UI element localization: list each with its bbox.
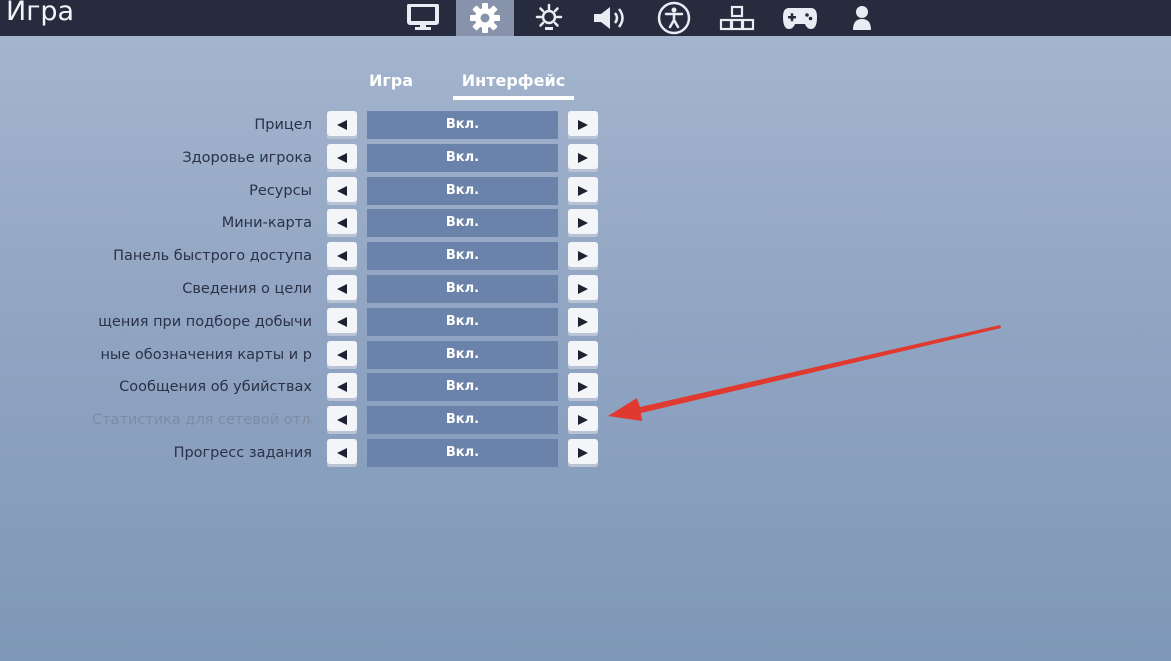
setting-value: Вкл. xyxy=(367,177,558,205)
arrow-right-icon xyxy=(577,116,589,135)
input-keys-icon xyxy=(719,5,755,31)
arrow-left-icon xyxy=(336,411,348,430)
previous-value-button[interactable] xyxy=(327,177,357,205)
previous-value-button[interactable] xyxy=(327,308,357,336)
arrow-left-icon xyxy=(336,378,348,397)
previous-value-button[interactable] xyxy=(327,373,357,401)
next-value-button[interactable] xyxy=(568,111,598,139)
next-value-button[interactable] xyxy=(568,341,598,369)
next-value-button[interactable] xyxy=(568,144,598,172)
setting-row-player-health: Здоровье игрока Вкл. xyxy=(0,144,620,172)
next-value-button[interactable] xyxy=(568,242,598,270)
previous-value-button[interactable] xyxy=(327,242,357,270)
previous-value-button[interactable] xyxy=(327,406,357,434)
next-value-button[interactable] xyxy=(568,439,598,467)
setting-label: Здоровье игрока xyxy=(182,150,312,166)
next-value-button[interactable] xyxy=(568,373,598,401)
gamepad-icon xyxy=(781,5,819,31)
nav-tab-brightness[interactable] xyxy=(524,0,574,36)
arrow-left-icon xyxy=(336,149,348,168)
arrow-right-icon xyxy=(577,214,589,233)
subtab-game[interactable]: Игра xyxy=(355,70,427,100)
subtab-interface[interactable]: Интерфейс xyxy=(453,70,574,100)
arrow-left-icon xyxy=(336,247,348,266)
setting-label: Сведения о цели xyxy=(182,281,312,297)
arrow-right-icon xyxy=(577,247,589,266)
accessibility-icon xyxy=(657,1,691,35)
setting-label: Статистика для сетевой отла xyxy=(92,412,312,428)
previous-value-button[interactable] xyxy=(327,111,357,139)
setting-row-map-markers: ные обозначения карты и р Вкл. xyxy=(0,341,620,369)
previous-value-button[interactable] xyxy=(327,275,357,303)
gear-icon xyxy=(469,2,501,34)
setting-row-quest-progress: Прогресс задания Вкл. xyxy=(0,439,620,467)
previous-value-button[interactable] xyxy=(327,209,357,237)
setting-value: Вкл. xyxy=(367,275,558,303)
setting-label: Сообщения об убийствах xyxy=(119,379,312,395)
setting-row-kill-feed: Сообщения об убийствах Вкл. xyxy=(0,373,620,401)
setting-label: щения при подборе добычи xyxy=(98,314,312,330)
previous-value-button[interactable] xyxy=(327,341,357,369)
top-bar: Игра xyxy=(0,0,1171,36)
previous-value-button[interactable] xyxy=(327,439,357,467)
speaker-icon xyxy=(592,5,630,31)
setting-label: Панель быстрого доступа xyxy=(113,248,312,264)
setting-row-resources: Ресурсы Вкл. xyxy=(0,177,620,205)
arrow-right-icon xyxy=(577,280,589,299)
arrow-right-icon xyxy=(577,444,589,463)
nav-tab-audio[interactable] xyxy=(586,0,636,36)
setting-row-pickup-messages: щения при подборе добычи Вкл. xyxy=(0,308,620,336)
setting-label: ные обозначения карты и р xyxy=(100,347,312,363)
nav-tab-input[interactable] xyxy=(712,0,762,36)
arrow-left-icon xyxy=(336,280,348,299)
setting-value: Вкл. xyxy=(367,439,558,467)
setting-value: Вкл. xyxy=(367,242,558,270)
setting-value: Вкл. xyxy=(367,308,558,336)
next-value-button[interactable] xyxy=(568,308,598,336)
arrow-left-icon xyxy=(336,116,348,135)
arrow-right-icon xyxy=(577,346,589,365)
setting-value: Вкл. xyxy=(367,209,558,237)
setting-label: Прицел xyxy=(254,117,312,133)
setting-value: Вкл. xyxy=(367,406,558,434)
nav-tab-account[interactable] xyxy=(837,0,887,36)
nav-tab-controller[interactable] xyxy=(775,0,825,36)
setting-label: Ресурсы xyxy=(249,183,312,199)
setting-row-target-info: Сведения о цели Вкл. xyxy=(0,275,620,303)
setting-value: Вкл. xyxy=(367,144,558,172)
setting-row-net-debug-stats: Статистика для сетевой отла Вкл. xyxy=(0,406,620,434)
arrow-right-icon xyxy=(577,182,589,201)
next-value-button[interactable] xyxy=(568,275,598,303)
page-title: Игра xyxy=(6,0,75,27)
arrow-left-icon xyxy=(336,313,348,332)
setting-row-crosshair: Прицел Вкл. xyxy=(0,111,620,139)
setting-value: Вкл. xyxy=(367,341,558,369)
next-value-button[interactable] xyxy=(568,406,598,434)
arrow-right-icon xyxy=(577,378,589,397)
arrow-left-icon xyxy=(336,182,348,201)
next-value-button[interactable] xyxy=(568,209,598,237)
setting-row-quickbar: Панель быстрого доступа Вкл. xyxy=(0,242,620,270)
setting-label: Прогресс задания xyxy=(173,445,312,461)
brightness-icon xyxy=(533,3,565,33)
arrow-left-icon xyxy=(336,346,348,365)
setting-row-minimap: Мини-карта Вкл. xyxy=(0,209,620,237)
arrow-left-icon xyxy=(336,444,348,463)
arrow-left-icon xyxy=(336,214,348,233)
setting-value: Вкл. xyxy=(367,373,558,401)
nav-tab-accessibility[interactable] xyxy=(649,0,699,36)
nav-tab-display[interactable] xyxy=(398,0,448,36)
previous-value-button[interactable] xyxy=(327,144,357,172)
setting-value: Вкл. xyxy=(367,111,558,139)
arrow-right-icon xyxy=(577,411,589,430)
setting-label: Мини-карта xyxy=(221,215,312,231)
display-icon xyxy=(407,4,439,32)
arrow-right-icon xyxy=(577,313,589,332)
arrow-right-icon xyxy=(577,149,589,168)
next-value-button[interactable] xyxy=(568,177,598,205)
nav-tab-settings[interactable] xyxy=(456,0,514,36)
account-icon xyxy=(849,4,875,32)
